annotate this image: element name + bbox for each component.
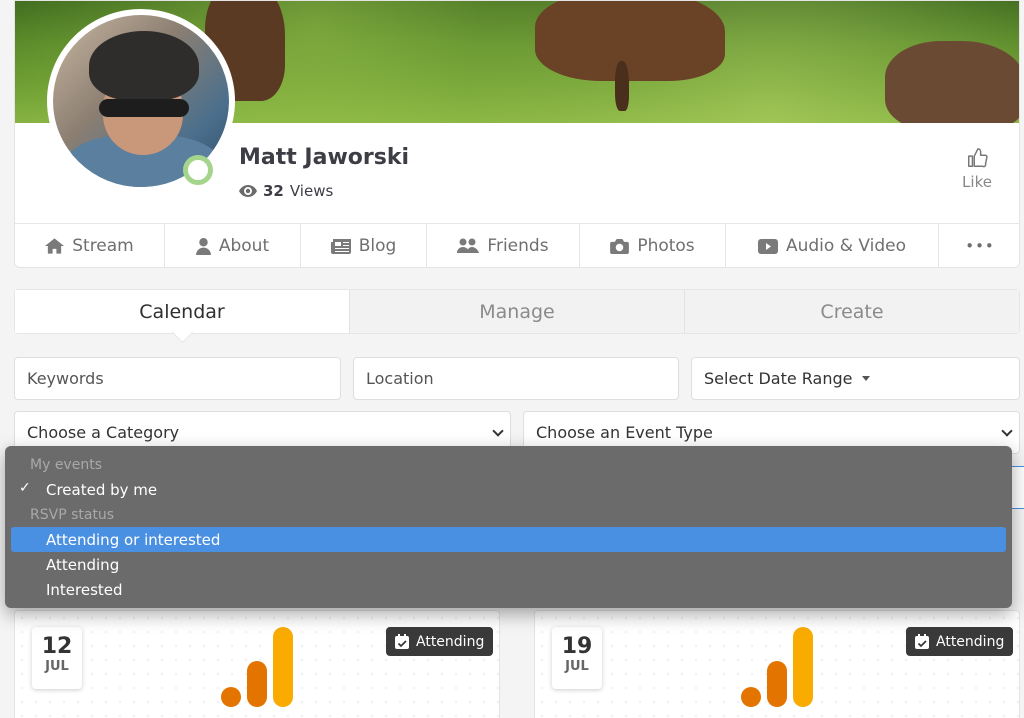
- analytics-logo-icon: [741, 627, 813, 707]
- online-status-indicator: [183, 155, 213, 185]
- tab-label: Friends: [487, 236, 549, 256]
- option-created-by-me[interactable]: ✓ Created by me: [11, 477, 1006, 502]
- more-menu-button[interactable]: •••: [939, 224, 1019, 267]
- tab-about[interactable]: About: [165, 224, 301, 267]
- option-label: Attending: [46, 555, 120, 574]
- users-icon: [457, 238, 480, 253]
- like-label: Like: [962, 173, 992, 191]
- event-card[interactable]: 12 JUL Attending: [14, 610, 500, 718]
- thumbs-up-icon: [968, 148, 988, 168]
- tab-audio-video[interactable]: Audio & Video: [726, 224, 939, 267]
- tab-label: Photos: [637, 236, 695, 256]
- event-month: JUL: [45, 659, 69, 674]
- tab-blog[interactable]: Blog: [301, 224, 427, 267]
- tab-create[interactable]: Create: [685, 290, 1019, 333]
- status-badge: Attending: [906, 627, 1014, 656]
- option-attending[interactable]: Attending: [11, 552, 1006, 577]
- event-day: 12: [41, 634, 73, 659]
- eye-icon: [239, 185, 257, 197]
- profile-nav-tabs: Stream About Blog Friends Photos Audio &…: [15, 223, 1019, 267]
- chevron-down-icon: [492, 425, 504, 437]
- tab-label: About: [218, 236, 270, 256]
- profile-card: Matt Jaworski 32 Views Like Stream About…: [14, 0, 1020, 268]
- camera-icon: [610, 238, 630, 254]
- chevron-down-icon: [1001, 425, 1013, 437]
- status-label: Attending: [936, 633, 1005, 650]
- option-label: Interested: [46, 580, 123, 599]
- tab-manage[interactable]: Manage: [350, 290, 685, 333]
- option-attending-or-interested[interactable]: Attending or interested: [11, 527, 1006, 552]
- like-button[interactable]: Like: [957, 147, 997, 191]
- event-type-label: Choose an Event Type: [536, 423, 713, 442]
- status-label: Attending: [416, 633, 485, 650]
- status-badge: Attending: [386, 627, 494, 656]
- tab-label: Stream: [72, 236, 134, 256]
- video-icon: [757, 238, 778, 254]
- option-label: Attending or interested: [46, 530, 221, 549]
- home-icon: [45, 238, 65, 254]
- calendar-check-icon: [395, 634, 409, 649]
- tab-friends[interactable]: Friends: [427, 224, 580, 267]
- checkmark-icon: ✓: [19, 480, 31, 496]
- calendar-check-icon: [915, 634, 929, 649]
- profile-name: Matt Jaworski: [239, 145, 410, 170]
- location-placeholder: Location: [366, 369, 434, 388]
- date-range-label: Select Date Range: [704, 369, 853, 388]
- tab-stream[interactable]: Stream: [15, 224, 165, 267]
- views-count: 32 Views: [239, 182, 333, 200]
- keywords-placeholder: Keywords: [27, 369, 104, 388]
- tab-label: Audio & Video: [785, 236, 906, 256]
- category-label: Choose a Category: [27, 423, 180, 442]
- views-label: Views: [289, 182, 334, 200]
- option-label: Created by me: [46, 480, 158, 499]
- dropdown-group-rsvp-status: RSVP status: [30, 506, 115, 523]
- views-number: 32: [263, 182, 284, 200]
- event-date: 12 JUL: [32, 627, 82, 689]
- date-range-select[interactable]: Select Date Range: [691, 357, 1020, 400]
- event-month: JUL: [565, 659, 589, 674]
- my-events-dropdown-menu: My events ✓ Created by me RSVP status At…: [5, 446, 1012, 608]
- tab-calendar[interactable]: Calendar: [15, 290, 350, 333]
- keywords-input[interactable]: Keywords: [14, 357, 341, 400]
- location-input[interactable]: Location: [353, 357, 679, 400]
- tab-label: Blog: [358, 236, 397, 256]
- tab-photos[interactable]: Photos: [580, 224, 726, 267]
- event-day: 19: [561, 634, 593, 659]
- option-interested[interactable]: Interested: [11, 577, 1006, 602]
- event-section-tabs: Calendar Manage Create: [14, 289, 1020, 334]
- dropdown-group-my-events: My events: [30, 456, 102, 473]
- more-icon: •••: [965, 237, 995, 255]
- event-card[interactable]: 19 JUL Attending: [534, 610, 1020, 718]
- event-date: 19 JUL: [552, 627, 602, 689]
- analytics-logo-icon: [221, 627, 293, 707]
- newspaper-icon: [330, 238, 351, 254]
- user-icon: [195, 237, 211, 255]
- caret-down-icon: [862, 376, 871, 381]
